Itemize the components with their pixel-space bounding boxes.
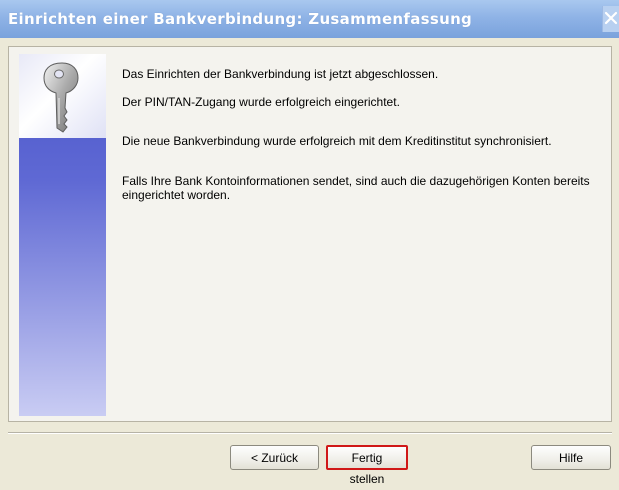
close-button[interactable] bbox=[602, 6, 619, 32]
key-tile bbox=[19, 54, 106, 138]
footer-separator bbox=[8, 432, 612, 434]
summary-line-completed: Das Einrichten der Bankverbindung ist je… bbox=[122, 67, 439, 81]
back-button[interactable]: < Zurück bbox=[230, 445, 319, 470]
wizard-sidebar bbox=[19, 54, 106, 416]
summary-line-synchronized: Die neue Bankverbindung wurde erfolgreic… bbox=[122, 134, 552, 148]
key-icon bbox=[43, 62, 79, 133]
summary-line-accounts: Falls Ihre Bank Kontoinformationen sende… bbox=[122, 174, 590, 202]
summary-panel: Das Einrichten der Bankverbindung ist je… bbox=[8, 46, 612, 422]
title-bar: Einrichten einer Bankverbindung: Zusamme… bbox=[0, 0, 619, 38]
close-icon bbox=[604, 11, 618, 25]
window-title: Einrichten einer Bankverbindung: Zusamme… bbox=[8, 10, 473, 28]
summary-line-pin-tan: Der PIN/TAN-Zugang wurde erfolgreich ein… bbox=[122, 95, 400, 109]
finish-button[interactable]: Fertig stellen bbox=[326, 445, 408, 486]
help-button[interactable]: Hilfe bbox=[531, 445, 611, 470]
